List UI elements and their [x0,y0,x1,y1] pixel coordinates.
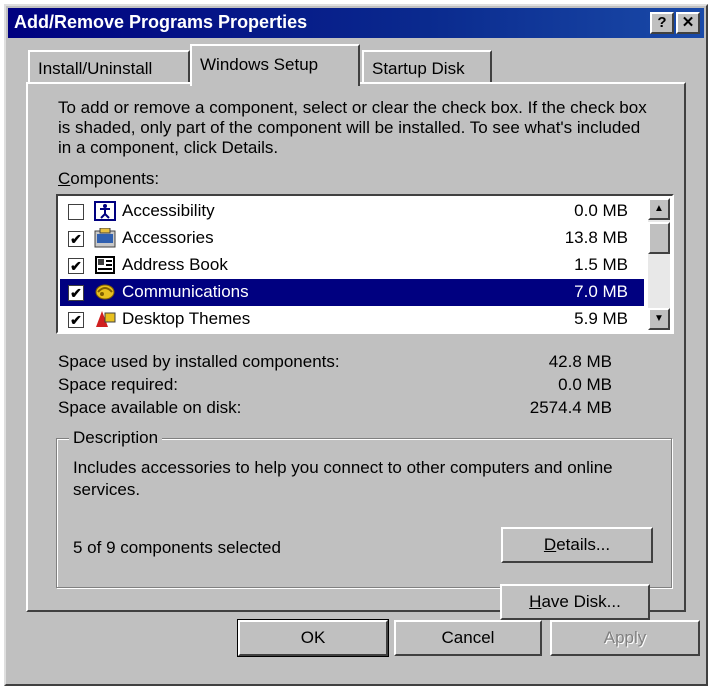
component-size: 7.0 MB [574,282,628,301]
details-accel: D [543,535,557,554]
intro-text: To add or remove a component, select or … [58,98,647,157]
component-size: 13.8 MB [564,228,628,247]
details-button[interactable]: Details... [501,527,653,563]
help-button[interactable]: ? [650,12,674,34]
checkbox[interactable]: ✔ [68,312,84,328]
window-title: Add/Remove Programs Properties [14,12,308,32]
checkbox[interactable]: ✔ [68,258,84,274]
space-available-value: 2574.4 MB [529,398,612,417]
component-name: Address Book [122,255,228,274]
components-listbox[interactable]: Accessibility 0.0 MB ✔ Accessories 13.8 … [56,194,674,334]
accessories-icon [94,228,116,248]
help-icon: ? [657,14,667,31]
list-item-address-book[interactable]: ✔ Address Book 1.5 MB [60,252,644,279]
list-item-communications[interactable]: ✔ Communications 7.0 MB [60,279,644,306]
have-disk-button[interactable]: Have Disk... [500,584,650,620]
description-title: Description [69,428,163,448]
component-name: Accessibility [122,201,215,220]
tab-label: Startup Disk [372,59,465,78]
have-disk-accel: H [529,592,542,611]
space-required-value: 0.0 MB [558,375,612,394]
scroll-down-button[interactable]: ▼ [648,308,670,330]
tab-label: Windows Setup [200,55,319,74]
tab-label: Install/Uninstall [38,59,153,78]
communications-icon [95,284,115,300]
have-disk-label: ave Disk... [541,592,621,611]
tab-windows-setup[interactable]: Windows Setup [190,44,360,86]
close-icon: ✕ [681,14,695,31]
components-label-rest: omponents: [70,169,160,188]
component-name: Desktop Themes [122,309,251,328]
description-group: Description Includes accessories to help… [56,428,672,588]
windows-setup-panel: To add or remove a component, select or … [26,82,686,620]
tab-install-uninstall[interactable]: Install/Uninstall [28,50,190,84]
list-item-accessibility[interactable]: Accessibility 0.0 MB [60,198,644,225]
scroll-down-icon: ▼ [654,313,664,324]
details-label: etails... [556,535,611,554]
component-name: Communications [122,282,249,301]
address-book-icon [95,256,115,274]
ok-button[interactable]: OK [237,619,389,657]
properties-window: Add/Remove Programs Properties ? ✕ Insta… [4,4,708,686]
space-used-value: 42.8 MB [548,352,612,371]
description-text: Includes accessories to help you connect… [73,458,613,499]
components-label: Components: [58,169,159,189]
list-item-desktop-themes[interactable]: ✔ Desktop Themes 5.9 MB [60,306,644,333]
space-required-label: Space required: [58,375,179,394]
checkbox[interactable] [68,204,84,220]
checkbox[interactable]: ✔ [68,231,84,247]
close-button[interactable]: ✕ [676,12,700,34]
title-bar[interactable]: Add/Remove Programs Properties ? ✕ [8,8,704,38]
components-scrollbar[interactable]: ▲ ▼ [648,198,670,330]
cancel-button[interactable]: Cancel [394,620,542,656]
component-size: 1.5 MB [574,255,628,274]
scroll-thumb[interactable] [648,222,670,254]
tab-startup-disk[interactable]: Startup Disk [362,50,492,84]
component-name: Accessories [122,228,214,247]
component-size: 5.9 MB [574,309,628,328]
checkbox[interactable]: ✔ [68,285,84,301]
components-label-accel: C [58,169,71,188]
selection-count: 5 of 9 components selected [73,538,281,557]
scroll-up-icon: ▲ [654,203,664,214]
space-available-label: Space available on disk: [58,398,242,417]
space-used-label: Space used by installed components: [58,352,340,371]
accessibility-icon [94,201,116,221]
component-size: 0.0 MB [574,201,628,220]
desktop-themes-icon [96,311,116,327]
scroll-up-button[interactable]: ▲ [648,198,670,220]
apply-button[interactable]: Apply [550,620,700,656]
list-item-accessories[interactable]: ✔ Accessories 13.8 MB [60,225,644,252]
